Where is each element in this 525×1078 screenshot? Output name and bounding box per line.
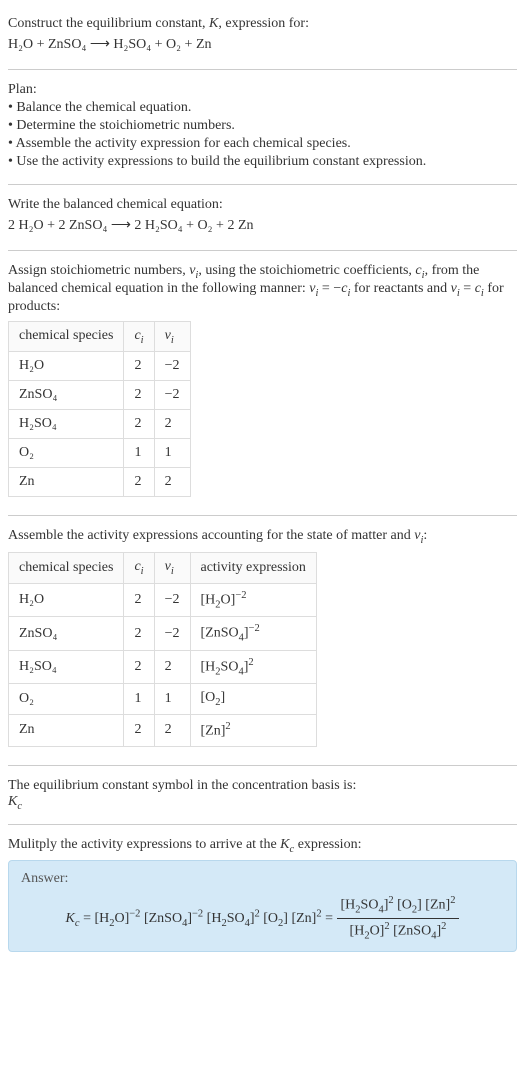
table-header-row: chemical species ci νi: [9, 321, 191, 352]
cell-vi: 2: [154, 468, 190, 497]
cell-ci: 2: [124, 715, 154, 747]
kc-denominator: [H2O]2 [ZnSO4]2: [337, 919, 460, 941]
cell-species: Zn: [9, 468, 124, 497]
col-species: chemical species: [9, 553, 124, 584]
symbol-value: Kc: [8, 794, 517, 812]
cell-vi: 2: [154, 715, 190, 747]
divider: [8, 824, 517, 825]
table-row: O₂ 1 1: [9, 439, 191, 468]
table-row: Zn 2 2 [Zn]2: [9, 715, 317, 747]
cell-species: O₂: [9, 684, 124, 715]
answer-box: Answer: Kc = [H2O]−2 [ZnSO4]−2 [H2SO4]2 …: [8, 860, 517, 952]
cell-species: H₂O: [9, 583, 124, 616]
table-row: H₂O 2 −2 [H2O]−2: [9, 583, 317, 616]
kc-numerator: [H2SO4]2 [O2] [Zn]2: [337, 895, 460, 918]
cell-expr: [H2SO4]2: [190, 650, 316, 683]
cell-ci: 1: [124, 439, 154, 468]
kc-fraction: [H2SO4]2 [O2] [Zn]2 [H2O]2 [ZnSO4]2: [337, 895, 460, 941]
plan-label: Plan:: [8, 82, 517, 98]
cell-ci: 2: [124, 583, 154, 616]
cell-vi: 1: [154, 684, 190, 715]
header-section: Construct the equilibrium constant, K, e…: [8, 8, 517, 65]
col-ci: ci: [124, 553, 154, 584]
cell-vi: −2: [154, 381, 190, 410]
col-vi: νi: [154, 321, 190, 352]
cell-species: ZnSO₄: [9, 617, 124, 650]
divider: [8, 69, 517, 70]
cell-species: O₂: [9, 439, 124, 468]
unbalanced-equation: H₂O + ZnSO₄ ⟶ H₂SO₄ + O₂ + Zn: [8, 36, 517, 53]
col-expr: activity expression: [190, 553, 316, 584]
table-row: ZnSO₄ 2 −2: [9, 381, 191, 410]
activity-section: Assemble the activity expressions accoun…: [8, 520, 517, 760]
divider: [8, 184, 517, 185]
col-vi: νi: [154, 553, 190, 584]
balanced-section: Write the balanced chemical equation: 2 …: [8, 189, 517, 246]
symbol-section: The equilibrium constant symbol in the c…: [8, 770, 517, 820]
cell-ci: 2: [124, 650, 154, 683]
cell-expr: [Zn]2: [190, 715, 316, 747]
table-row: ZnSO₄ 2 −2 [ZnSO4]−2: [9, 617, 317, 650]
table-row: H₂SO₄ 2 2 [H2SO4]2: [9, 650, 317, 683]
plan-item: • Assemble the activity expression for e…: [8, 136, 517, 152]
cell-expr: [O2]: [190, 684, 316, 715]
construct-text: Construct the equilibrium constant, K, e…: [8, 16, 517, 32]
cell-ci: 2: [124, 410, 154, 439]
plan-item: • Use the activity expressions to build …: [8, 154, 517, 170]
divider: [8, 250, 517, 251]
cell-species: H₂SO₄: [9, 410, 124, 439]
cell-ci: 1: [124, 684, 154, 715]
table-header-row: chemical species ci νi activity expressi…: [9, 553, 317, 584]
cell-ci: 2: [124, 617, 154, 650]
assign-section: Assign stoichiometric numbers, νi, using…: [8, 255, 517, 511]
assign-text: Assign stoichiometric numbers, νi, using…: [8, 263, 517, 315]
cell-vi: −2: [154, 352, 190, 381]
multiply-section: Mulitply the activity expressions to arr…: [8, 829, 517, 961]
divider: [8, 765, 517, 766]
divider: [8, 515, 517, 516]
plan-item: • Determine the stoichiometric numbers.: [8, 118, 517, 134]
table-row: Zn 2 2: [9, 468, 191, 497]
cell-vi: −2: [154, 617, 190, 650]
cell-vi: 2: [154, 410, 190, 439]
cell-ci: 2: [124, 352, 154, 381]
col-species: chemical species: [9, 321, 124, 352]
kc-lhs: Kc = [H2O]−2 [ZnSO4]−2 [H2SO4]2 [O2] [Zn…: [66, 911, 337, 926]
kc-expression: Kc = [H2O]−2 [ZnSO4]−2 [H2SO4]2 [O2] [Zn…: [21, 895, 504, 941]
cell-species: Zn: [9, 715, 124, 747]
table-row: H₂SO₄ 2 2: [9, 410, 191, 439]
stoichiometry-table: chemical species ci νi H₂O 2 −2 ZnSO₄ 2 …: [8, 321, 191, 498]
symbol-intro: The equilibrium constant symbol in the c…: [8, 778, 517, 794]
balanced-intro: Write the balanced chemical equation:: [8, 197, 517, 213]
construct-line-prefix: Construct the equilibrium constant, K, e…: [8, 16, 309, 31]
cell-vi: −2: [154, 583, 190, 616]
activity-table: chemical species ci νi activity expressi…: [8, 552, 317, 747]
col-ci: ci: [124, 321, 154, 352]
cell-vi: 2: [154, 650, 190, 683]
table-row: H₂O 2 −2: [9, 352, 191, 381]
cell-species: ZnSO₄: [9, 381, 124, 410]
cell-expr: [ZnSO4]−2: [190, 617, 316, 650]
plan-section: Plan: • Balance the chemical equation. •…: [8, 74, 517, 180]
cell-expr: [H2O]−2: [190, 583, 316, 616]
multiply-intro: Mulitply the activity expressions to arr…: [8, 837, 517, 855]
activity-intro: Assemble the activity expressions accoun…: [8, 528, 517, 546]
cell-ci: 2: [124, 468, 154, 497]
cell-species: H₂SO₄: [9, 650, 124, 683]
cell-vi: 1: [154, 439, 190, 468]
cell-species: H₂O: [9, 352, 124, 381]
answer-label: Answer:: [21, 871, 504, 887]
cell-ci: 2: [124, 381, 154, 410]
balanced-equation: 2 H₂O + 2 ZnSO₄ ⟶ 2 H₂SO₄ + O₂ + 2 Zn: [8, 217, 517, 234]
table-row: O₂ 1 1 [O2]: [9, 684, 317, 715]
plan-item: • Balance the chemical equation.: [8, 100, 517, 116]
